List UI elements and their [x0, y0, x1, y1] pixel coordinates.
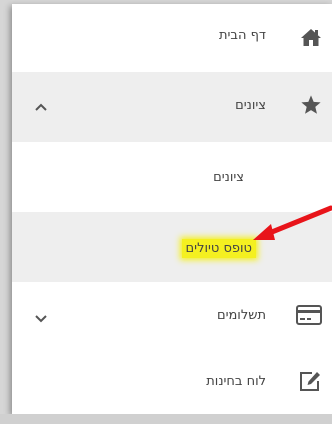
- edit-icon: [298, 370, 322, 392]
- star-icon: [300, 94, 322, 116]
- chevron-down-icon[interactable]: [34, 312, 48, 326]
- sidebar-item-grades-label: ציונים: [235, 98, 266, 113]
- sidebar-item-home-label: דף הבית: [218, 28, 266, 43]
- sidebar-item-exams[interactable]: לוח בחינות: [12, 352, 332, 414]
- bottom-shadow: [0, 414, 332, 424]
- sidebar-item-payments-label: תשלומים: [216, 308, 266, 323]
- sidebar-item-payments[interactable]: תשלומים: [12, 282, 332, 352]
- red-arrow-annotation: [253, 205, 332, 240]
- left-shadow: [0, 0, 12, 424]
- home-icon: [300, 26, 322, 48]
- chevron-up-icon[interactable]: [34, 100, 48, 114]
- sidebar-item-exams-label: לוח בחינות: [206, 374, 266, 389]
- credit-card-icon: [296, 304, 322, 326]
- submenu-item-grades-label: ציונים: [213, 170, 244, 185]
- sidebar-item-home[interactable]: דף הבית: [12, 14, 332, 60]
- sidebar-item-grades[interactable]: ציונים: [12, 72, 332, 142]
